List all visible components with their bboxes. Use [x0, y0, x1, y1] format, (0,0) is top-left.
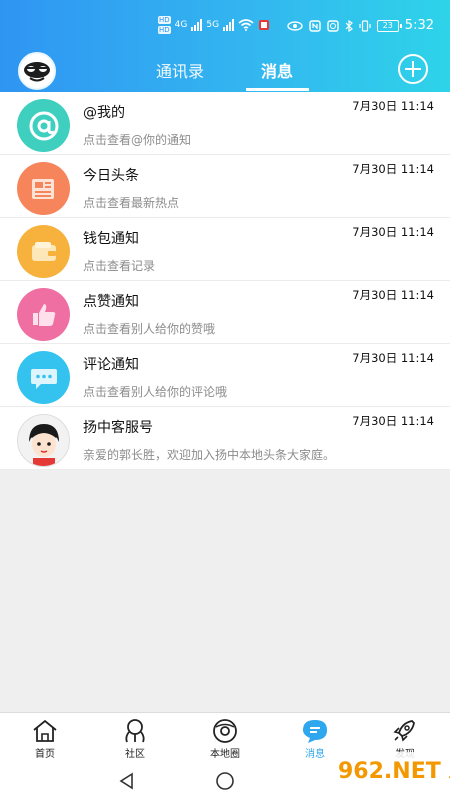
- message-time: 7月30日 11:14: [352, 99, 434, 113]
- message-time: 7月30日 11:14: [352, 288, 434, 302]
- message-title: 今日头条: [83, 168, 139, 184]
- message-row-wallet[interactable]: 钱包通知 7月30日 11:14 点击查看记录: [0, 218, 450, 281]
- message-title: 扬中客服号: [83, 420, 153, 436]
- message-icon: [303, 720, 327, 743]
- tab-messages[interactable]: 消息: [261, 58, 293, 82]
- home-circle-icon[interactable]: [215, 771, 235, 791]
- message-row-likes[interactable]: 点赞通知 7月30日 11:14 点击查看别人给你的赞哦: [0, 281, 450, 344]
- message-row-at-me[interactable]: @我的 7月30日 11:14 点击查看@你的通知: [0, 92, 450, 155]
- hd-badges: HD HD: [158, 16, 171, 34]
- watermark-text: 962.NET 乐游网: [338, 758, 450, 784]
- wifi-icon: [238, 19, 254, 31]
- eye-icon: [287, 20, 303, 31]
- message-time: 7月30日 11:14: [352, 162, 434, 176]
- message-subtitle: 点击查看别人给你的评论哦: [83, 385, 228, 399]
- nfc-icon: [309, 19, 321, 32]
- status-signals: HD HD 4G 5G: [158, 16, 270, 34]
- watermark-logo: 962.NET 乐游网: [330, 742, 450, 800]
- message-row-headlines[interactable]: 今日头条 7月30日 11:14 点击查看最新热点: [0, 155, 450, 218]
- message-time: 7月30日 11:14: [352, 225, 434, 239]
- battery-icon: 23: [376, 19, 402, 32]
- message-subtitle: 亲爱的郭长胜，欢迎加入扬中本地头条大家庭。: [83, 448, 336, 462]
- message-time: 7月30日 11:14: [352, 351, 434, 365]
- at-icon: [17, 99, 70, 152]
- nav-label: 首页: [35, 749, 55, 760]
- message-subtitle: 点击查看别人给你的赞哦: [83, 322, 216, 336]
- rocket-icon: [393, 720, 415, 742]
- newspaper-icon: [17, 162, 70, 215]
- nav-item-home[interactable]: 首页: [0, 713, 90, 760]
- nav-label: 本地圈: [210, 749, 240, 760]
- hd-badge-2: HD: [158, 26, 171, 34]
- community-icon: [125, 719, 145, 743]
- message-subtitle: 点击查看最新热点: [83, 196, 180, 210]
- active-tab-indicator: [246, 88, 309, 91]
- notification-icon: [259, 20, 270, 30]
- vibrate-icon: [359, 19, 371, 32]
- add-button[interactable]: [398, 54, 428, 84]
- nav-label: 社区: [125, 749, 145, 760]
- message-title: 评论通知: [83, 357, 139, 373]
- home-icon: [33, 719, 57, 742]
- alarm-icon: [327, 19, 339, 32]
- hd-badge-1: HD: [158, 16, 171, 24]
- message-list: @我的 7月30日 11:14 点击查看@你的通知 今日头条 7月30日 11:…: [0, 92, 450, 470]
- nav-item-community[interactable]: 社区: [90, 713, 180, 760]
- network-type-1: 4G: [174, 19, 188, 30]
- message-subtitle: 点击查看记录: [83, 259, 156, 273]
- bluetooth-icon: [345, 19, 353, 32]
- status-right: 23 5:32: [287, 18, 434, 33]
- thumbs-up-icon: [17, 288, 70, 341]
- local-circle-icon: [213, 719, 237, 743]
- signal-icon-2: [223, 19, 235, 31]
- status-bar: HD HD 4G 5G 23 5:32: [0, 14, 450, 38]
- status-time: 5:32: [404, 18, 434, 33]
- network-type-2: 5G: [206, 19, 220, 30]
- signal-icon: [191, 19, 203, 31]
- message-title: 钱包通知: [83, 231, 139, 247]
- user-avatar[interactable]: [18, 52, 56, 90]
- app-header: HD HD 4G 5G 23 5:32 通讯录 消息: [0, 0, 450, 92]
- customer-service-avatar: [17, 414, 70, 467]
- message-time: 7月30日 11:14: [352, 414, 434, 428]
- back-icon[interactable]: [118, 772, 136, 790]
- message-title: @我的: [83, 105, 125, 121]
- message-subtitle: 点击查看@你的通知: [83, 133, 192, 147]
- message-row-comments[interactable]: 评论通知 7月30日 11:14 点击查看别人给你的评论哦: [0, 344, 450, 407]
- avatar-icon: [20, 54, 54, 88]
- nav-item-local-circle[interactable]: 本地圈: [180, 713, 270, 760]
- tab-contacts[interactable]: 通讯录: [156, 58, 204, 82]
- watermark-graphic: 962.NET 乐游网: [332, 752, 450, 798]
- comment-icon: [17, 351, 70, 404]
- wallet-icon: [17, 225, 70, 278]
- message-row-customer-service[interactable]: 扬中客服号 7月30日 11:14 亲爱的郭长胜，欢迎加入扬中本地头条大家庭。: [0, 407, 450, 470]
- message-title: 点赞通知: [83, 294, 139, 310]
